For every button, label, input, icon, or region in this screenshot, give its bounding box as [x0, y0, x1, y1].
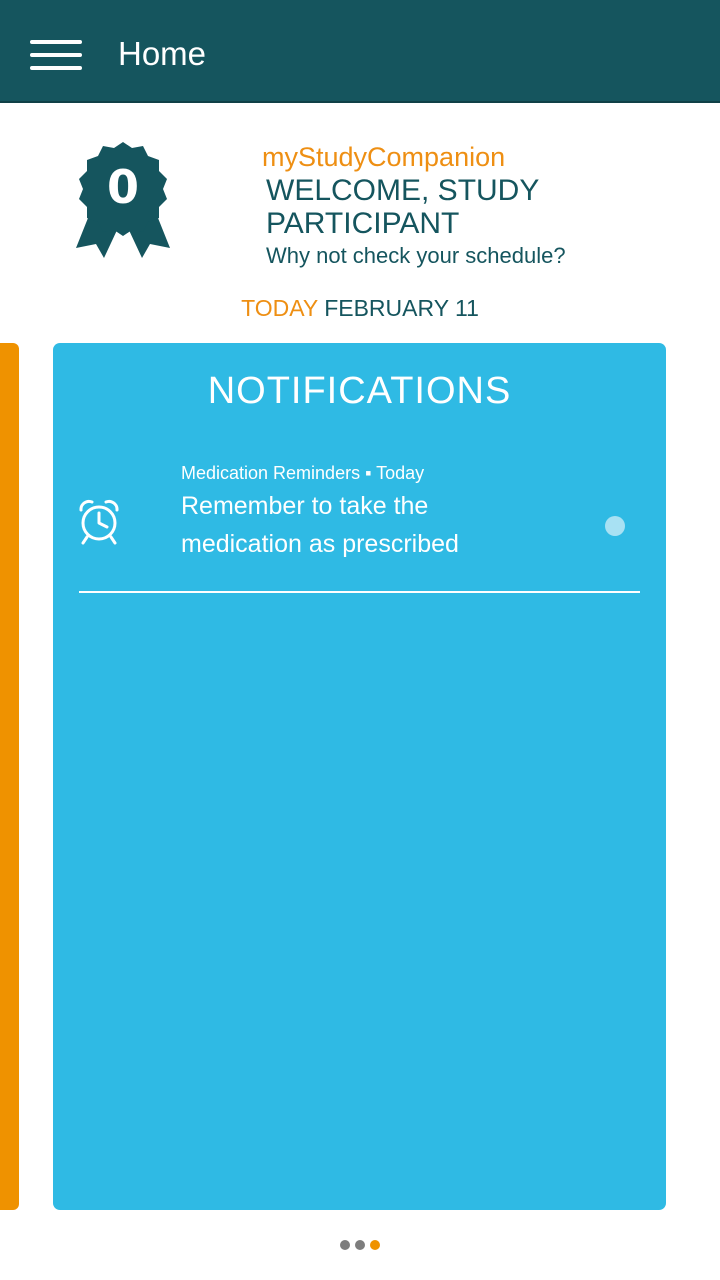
schedule-prompt[interactable]: Why not check your schedule? [266, 242, 566, 270]
hamburger-menu-icon[interactable] [30, 40, 82, 72]
notifications-card: NOTIFICATIONS Medication Reminders ▪ Tod… [53, 343, 666, 1210]
unread-indicator [605, 516, 625, 536]
badge-count: 0 [107, 160, 139, 214]
notifications-title: NOTIFICATIONS [207, 370, 512, 412]
page-dot[interactable] [355, 1240, 365, 1250]
current-date: TODAY FEBRUARY 11 [0, 293, 720, 323]
alarm-clock-icon [79, 499, 119, 545]
notification-item[interactable]: Medication Reminders ▪ Today Remember to… [53, 455, 666, 593]
divider [79, 591, 640, 593]
page-indicator [0, 1240, 720, 1250]
page-dot-active[interactable] [370, 1240, 380, 1250]
date-value: FEBRUARY 11 [324, 295, 479, 321]
brand-name: myStudyCompanion [262, 142, 506, 172]
page-title: Home [118, 35, 207, 72]
notification-meta: Medication Reminders ▪ Today [181, 463, 425, 483]
award-ribbon-icon: 0 [76, 142, 170, 258]
app-bar: Home [0, 0, 720, 103]
page-dot[interactable] [340, 1240, 350, 1250]
welcome-heading: WELCOME, STUDY PARTICIPANT [266, 174, 539, 240]
previous-card-edge[interactable] [0, 343, 19, 1210]
today-label: TODAY [241, 295, 318, 321]
notification-message: Remember to take the medication as presc… [181, 492, 459, 558]
